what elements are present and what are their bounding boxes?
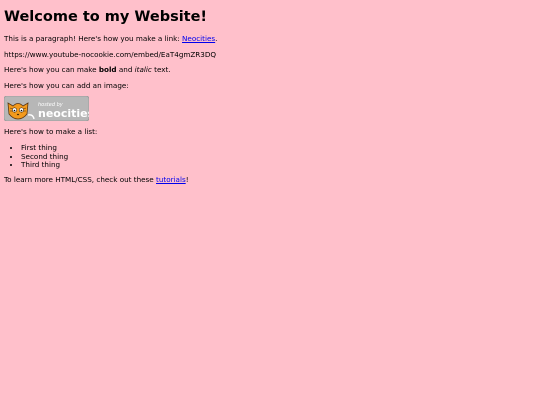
neocities-hosted-badge[interactable]: hosted by neocities <box>4 96 89 122</box>
intro-text: This is a paragraph! Here's how you make… <box>4 34 183 43</box>
emphasis-paragraph: Here's how you can make bold and italic … <box>4 65 536 75</box>
embed-url-text: https://www.youtube-nocookie.com/embed/E… <box>4 49 217 59</box>
page-content: Welcome to my Website! This is a paragra… <box>0 0 540 184</box>
sample-list: First thing Second thing Third thing <box>4 143 536 170</box>
image-intro: Here's how you can add an image: <box>4 80 129 90</box>
emphasis-text-middle: and <box>116 65 135 75</box>
outro-paragraph: To learn more HTML/CSS, check out these … <box>4 174 536 185</box>
list-item: Second thing <box>21 152 536 162</box>
emphasis-text-start: Here's how you can make <box>4 65 99 75</box>
intro-punctuation: . <box>215 34 218 43</box>
outro-text: To learn more HTML/CSS, check out these <box>4 174 157 184</box>
outro-punctuation: ! <box>185 174 189 184</box>
list-intro: Here's how to make a list: <box>4 127 98 137</box>
tutorials-link[interactable]: tutorials <box>156 175 186 184</box>
bold-text: bold <box>98 65 117 75</box>
emphasis-text-end: text. <box>151 65 171 75</box>
neocities-link[interactable]: Neocities <box>182 34 215 43</box>
page-title: Welcome to my Website! <box>4 9 208 25</box>
badge-line2: neocities <box>38 107 89 120</box>
intro-paragraph: This is a paragraph! Here's how you make… <box>4 34 536 44</box>
list-item: First thing <box>21 143 536 153</box>
italic-text: italic <box>134 65 152 75</box>
list-item: Third thing <box>21 161 536 170</box>
